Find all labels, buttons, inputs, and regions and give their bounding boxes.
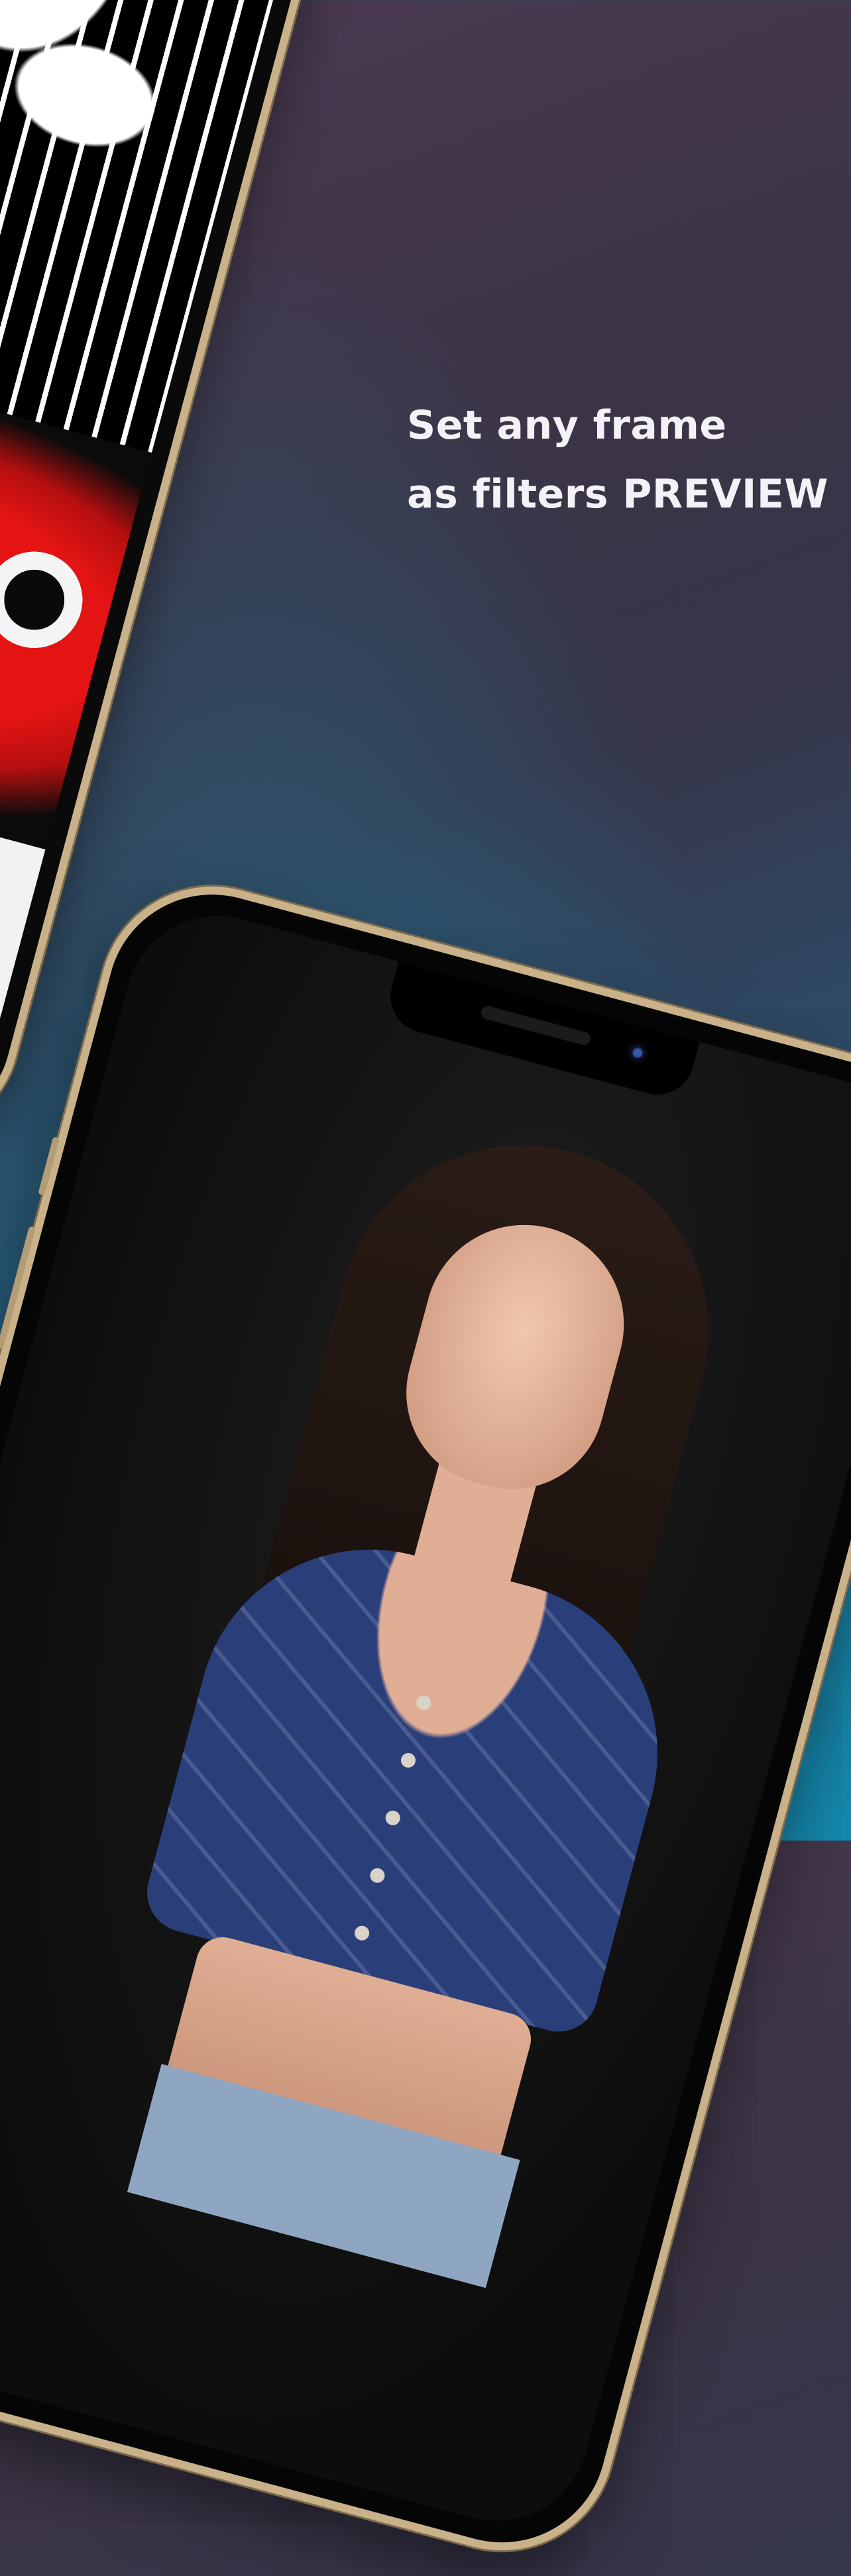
- volume-up-button: [0, 1226, 36, 1350]
- bw-filter-preview-image: [0, 0, 306, 453]
- promo-headline: Set any frame as filters PREVIEW: [407, 391, 831, 529]
- headline-line-1: Set any frame: [407, 402, 727, 449]
- mute-switch: [38, 1136, 60, 1196]
- portrait-photo: [0, 895, 851, 2542]
- phone-bottom-screen: [0, 895, 851, 2542]
- phone-mockup-bottom: [0, 861, 851, 2576]
- headline-line-2: as filters PREVIEW: [407, 471, 828, 517]
